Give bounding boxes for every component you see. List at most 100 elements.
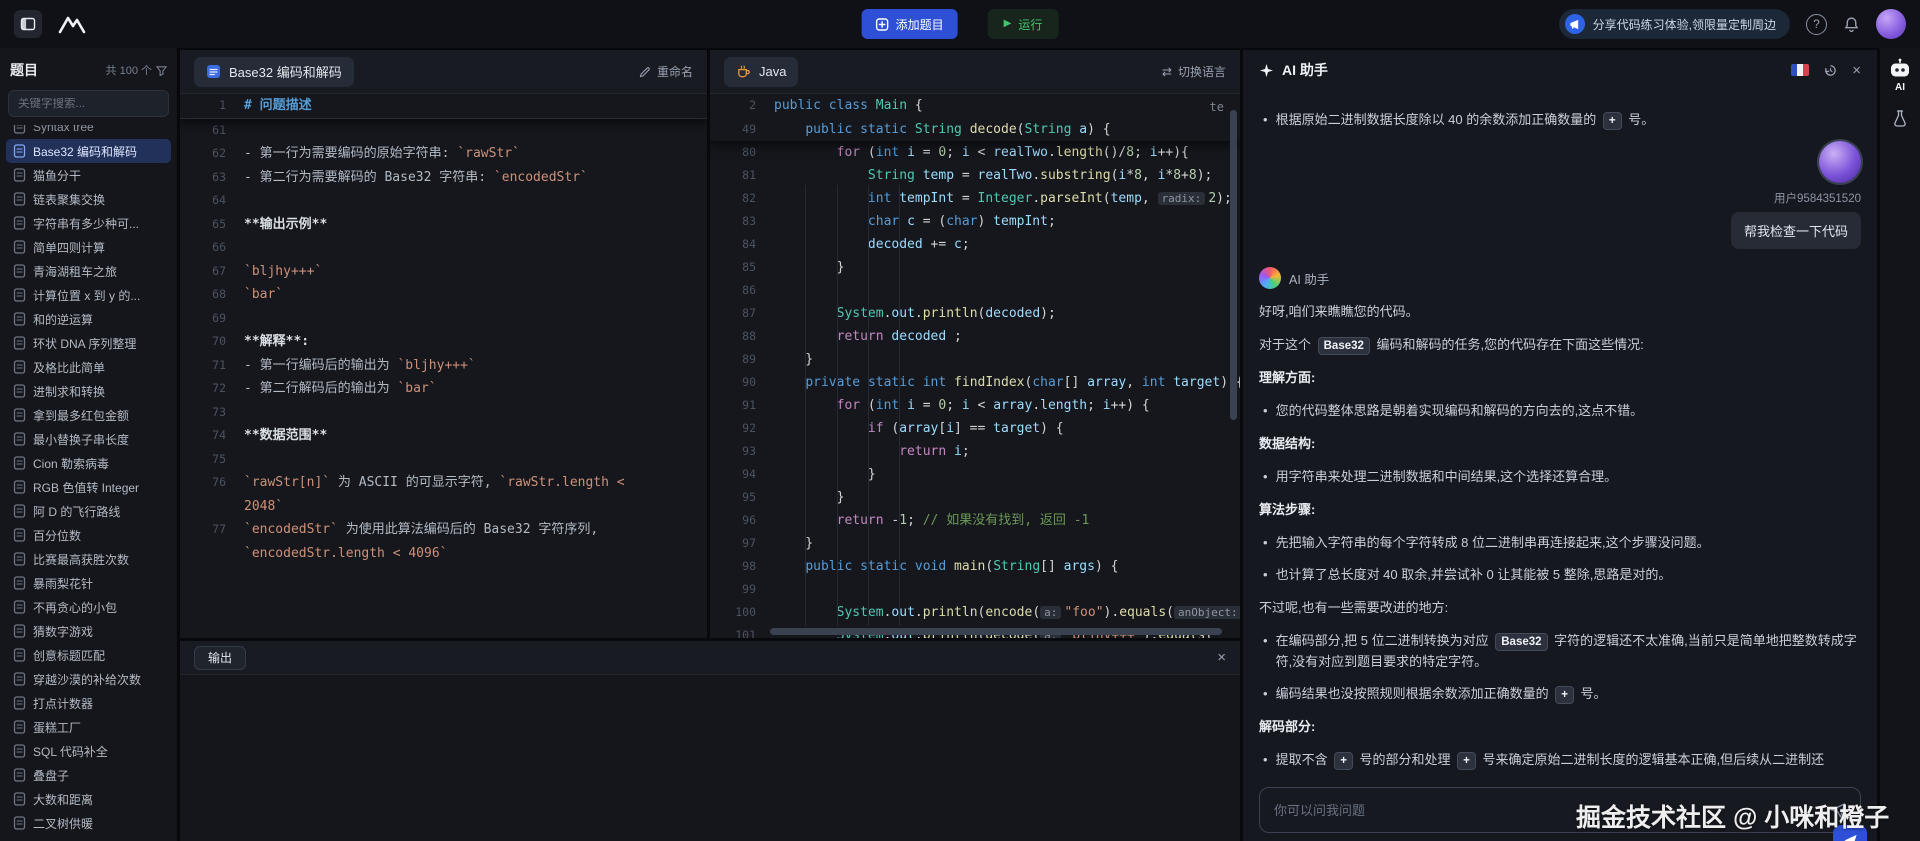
document-icon <box>13 768 26 782</box>
output-tab-label: 输出 <box>208 651 233 665</box>
editor-line: 98 public static void main(String[] args… <box>742 559 1119 574</box>
sidebar-item[interactable]: 猜数字游戏 <box>6 619 171 643</box>
code-editor[interactable]: 2 public class Main {49 public static Str… <box>710 94 1240 638</box>
ai-assistant-shortcut[interactable]: AI <box>1888 58 1912 93</box>
sidebar-item[interactable]: 拿到最多红包金额 <box>6 403 171 427</box>
sidebar-item[interactable]: 叠盘子 <box>6 763 171 787</box>
notifications-icon[interactable] <box>1843 16 1860 33</box>
document-icon <box>13 168 26 182</box>
sidebar-item[interactable]: Base32 编码和解码 <box>6 139 171 163</box>
sidebar-item-label: 字符串有多少种可... <box>33 216 140 231</box>
user-chat-avatar[interactable] <box>1819 141 1861 183</box>
sidebar-item[interactable]: 不再贪心的小包 <box>6 595 171 619</box>
sidebar-item[interactable]: 环状 DNA 序列整理 <box>6 331 171 355</box>
document-icon <box>13 312 26 326</box>
sidebar-item[interactable]: 暴雨梨花针 <box>6 571 171 595</box>
french-flag-icon[interactable] <box>1791 64 1810 76</box>
sidebar-toggle-button[interactable] <box>14 10 42 38</box>
rename-button[interactable]: 重命名 <box>639 63 693 80</box>
chat-paragraph: 算法步骤: <box>1259 502 1316 517</box>
document-icon <box>13 288 26 302</box>
editor-line: 61 <box>212 122 226 137</box>
sidebar-item[interactable]: 最小替换子串长度 <box>6 427 171 451</box>
sidebar-item[interactable]: 大数和距离 <box>6 787 171 811</box>
sidebar-item[interactable]: 百分位数 <box>6 523 171 547</box>
document-icon <box>13 144 26 158</box>
editor-line: `encodedStr.length < 4096` <box>244 545 448 561</box>
sidebar-header: 题目 共 100 个 <box>0 48 177 88</box>
document-icon <box>13 384 26 398</box>
robot-icon <box>1888 58 1912 79</box>
problem-editor[interactable]: 1 # 问题描述 61 62- 第一行为需要编码的原始字符串: `rawStr` 63… <box>180 94 707 638</box>
document-icon <box>13 504 26 518</box>
problem-tab[interactable]: Base32 编码和解码 <box>194 56 354 87</box>
sidebar-item[interactable]: 链表聚集交换 <box>6 187 171 211</box>
vertical-scrollbar[interactable] <box>1230 110 1237 420</box>
editor-line: 66 <box>212 240 226 254</box>
share-banner[interactable]: 分享代码练习体验,领限量定制周边 <box>1558 9 1790 39</box>
help-icon[interactable]: ? <box>1806 13 1827 35</box>
run-button[interactable]: ▶ 运行 <box>987 9 1059 39</box>
output-tab[interactable]: 输出 <box>194 645 247 670</box>
history-icon[interactable] <box>1823 63 1838 78</box>
switch-language-button[interactable]: ⇄ 切换语言 <box>1162 63 1226 80</box>
sidebar-item[interactable]: 进制求和转换 <box>6 379 171 403</box>
sidebar-item[interactable]: 创意标题匹配 <box>6 643 171 667</box>
sparkle-icon <box>1259 63 1274 78</box>
sidebar-item-label: 创意标题匹配 <box>33 648 106 663</box>
chat-paragraph: 数据结构: <box>1259 436 1316 451</box>
editor-line: 96 return -1; // 如果没有找到, 返回 -1 <box>742 513 1090 528</box>
close-icon[interactable]: × <box>1217 649 1226 666</box>
editor-line: 93 return i; <box>742 444 970 459</box>
horizontal-scrollbar[interactable] <box>770 628 1222 635</box>
topbar: 添加题目 ▶ 运行 分享代码练习体验,领限量定制周边 ? <box>0 0 1920 48</box>
sidebar-item[interactable]: 阿 D 的飞行路线 <box>6 499 171 523</box>
sidebar-item-label: 比赛最高获胜次数 <box>33 552 130 567</box>
add-problem-label: 添加题目 <box>895 17 944 32</box>
experiment-icon[interactable] <box>1892 109 1908 127</box>
sidebar-item-label: 简单四则计算 <box>33 240 106 255</box>
sidebar-item[interactable]: 计算位置 x 到 y 的... <box>6 283 171 307</box>
problems-sidebar: 题目 共 100 个 Syntax tree Base32 编码和解码猫鱼分干链表… <box>0 48 178 841</box>
user-avatar[interactable] <box>1876 9 1906 39</box>
sidebar-item[interactable]: SQL 代码补全 <box>6 739 171 763</box>
sidebar-item[interactable]: 及格比此简单 <box>6 355 171 379</box>
close-icon[interactable]: × <box>1852 62 1861 79</box>
editor-line: 64 <box>212 193 226 207</box>
sidebar-item-label: 最小替换子串长度 <box>33 432 130 447</box>
sidebar-item[interactable]: 青海湖租车之旅 <box>6 259 171 283</box>
document-icon <box>13 264 26 278</box>
ai-question-input[interactable] <box>1274 802 1820 818</box>
editor-line: 77 `encodedStr` 为使用此算法编码后的 Base32 字符序列, <box>212 522 599 537</box>
search-box <box>8 90 169 117</box>
sidebar-item[interactable]: 二叉树供暖 <box>6 811 171 835</box>
sidebar-item[interactable]: Syntax tree <box>6 125 171 139</box>
editor-line: 99 <box>742 582 756 596</box>
chat-bullet: • 先把输入字符串的每个字符转成 8 位二进制串再连接起来,这个步骤没问题。 <box>1263 535 1710 550</box>
sidebar-item[interactable]: RGB 色值转 Integer <box>6 475 171 499</box>
ai-assistant-panel: AI 助手 × • 根据原始二进制数据长度除以 40 的余数添加正确数量的 + 号… <box>1243 50 1877 841</box>
sidebar-item[interactable]: 比赛最高获胜次数 <box>6 547 171 571</box>
editor-line: 72- 第二行解码后的输出为 `bar` <box>212 381 437 396</box>
sidebar-item[interactable]: 猫鱼分干 <box>6 163 171 187</box>
sidebar-item[interactable]: 穿越沙漠的补给次数 <box>6 667 171 691</box>
paper-plane-icon[interactable] <box>1830 802 1846 818</box>
sidebar-item[interactable]: 和的逆运算 <box>6 307 171 331</box>
send-button[interactable] <box>1833 825 1867 841</box>
sidebar-item[interactable]: 打点计数器 <box>6 691 171 715</box>
filter-icon[interactable] <box>156 65 167 76</box>
sidebar-item[interactable]: 字符串有多少种可... <box>6 211 171 235</box>
language-tab[interactable]: Java <box>724 56 799 87</box>
ai-chat-area[interactable]: • 根据原始二进制数据长度除以 40 的余数添加正确数量的 + 号。 用户9584… <box>1243 90 1877 777</box>
sidebar-item-label: 暴雨梨花针 <box>33 576 94 591</box>
user-name: 用户9584351520 <box>1774 193 1861 205</box>
sidebar-item[interactable]: 蛋糕工厂 <box>6 715 171 739</box>
add-problem-button[interactable]: 添加题目 <box>861 9 958 39</box>
editor-line: 92 if (array[i] == target) { <box>742 421 1064 436</box>
sidebar-item[interactable]: Cion 勒索病毒 <box>6 451 171 475</box>
document-icon <box>13 576 26 590</box>
ai-input-box <box>1259 787 1861 833</box>
sidebar-item[interactable]: 简单四则计算 <box>6 235 171 259</box>
document-icon <box>13 240 26 254</box>
search-input[interactable] <box>18 97 159 110</box>
